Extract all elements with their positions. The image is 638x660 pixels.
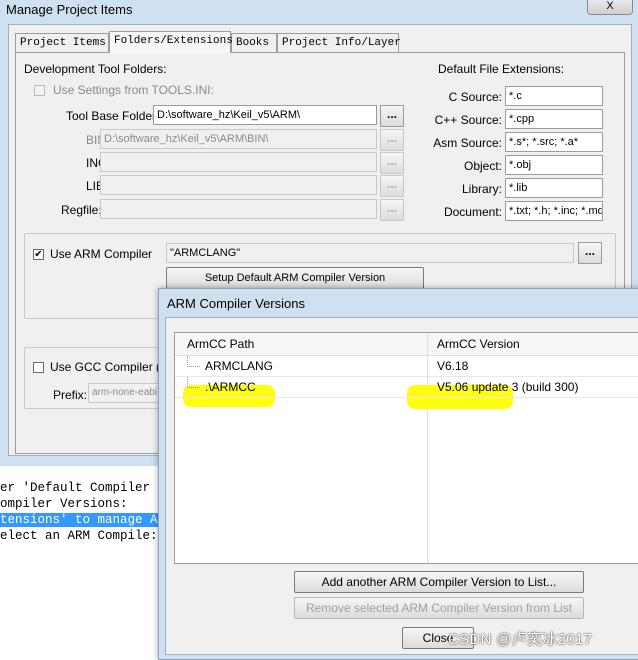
dev-tool-folders-heading: Development Tool Folders: [24, 62, 167, 76]
use-arm-compiler-checkbox[interactable]: ✔ [33, 249, 44, 260]
ext-label-object: Object: [463, 159, 502, 173]
default-extensions-heading: Default File Extensions: [438, 62, 565, 76]
ext-input-document[interactable]: *.txt; *.h; *.inc; *.md [505, 201, 603, 221]
compiler-version-list[interactable]: ArmCC Path ArmCC Version ARMCLANG V6.18 … [174, 332, 638, 564]
lib-input[interactable] [100, 175, 377, 195]
ext-input-object[interactable]: *.obj [505, 155, 603, 175]
add-compiler-version-button[interactable]: Add another ARM Compiler Version to List… [294, 571, 584, 593]
console-line: elect an ARM Compile: [0, 529, 158, 543]
column-header-path[interactable]: ArmCC Path [187, 337, 254, 351]
row-path: ARMCLANG [205, 359, 274, 373]
use-gcc-compiler-checkbox[interactable] [33, 362, 44, 373]
arm-compiler-browse-button[interactable]: ... [578, 242, 602, 264]
ext-label-asm-source: Asm Source: [433, 136, 502, 150]
bin-input[interactable]: D:\software_hz\Keil_v5\ARM\BIN\ [100, 129, 377, 149]
regfile-browse-button[interactable]: ... [380, 199, 404, 221]
tool-base-folder-input[interactable]: D:\software_hz\Keil_v5\ARM\ [153, 105, 377, 125]
bin-browse-button[interactable]: ... [380, 129, 404, 151]
prefix-input[interactable]: arm-none-eabi [88, 383, 168, 403]
arm-dialog-title: ARM Compiler Versions [167, 296, 305, 311]
console-output: er 'Default Compiler ompiler Versions: t… [0, 480, 158, 544]
use-arm-compiler-label: Use ARM Compiler [50, 247, 153, 261]
ext-label-library: Library: [461, 182, 502, 196]
tree-connector [187, 377, 200, 388]
arm-compiler-value[interactable]: "ARMCLANG" [166, 243, 574, 263]
tool-base-folder-label: Tool Base Folder: [66, 109, 160, 123]
inc-input[interactable] [100, 152, 377, 172]
ext-label-cpp-source: C++ Source: [434, 113, 502, 127]
inc-browse-button[interactable]: ... [380, 152, 404, 174]
ext-label-document: Document: [443, 205, 502, 219]
console-line: er 'Default Compiler [0, 481, 151, 495]
list-header: ArmCC Path ArmCC Version [175, 333, 638, 356]
ext-input-asm-source[interactable]: *.s*; *.src; *.a* [505, 132, 603, 152]
ext-input-library[interactable]: *.lib [505, 178, 603, 198]
arm-compiler-versions-dialog: ARM Compiler Versions ArmCC Path ArmCC V… [158, 288, 638, 660]
ext-input-cpp-source[interactable]: *.cpp [505, 109, 603, 129]
table-row[interactable]: .\ARMCC V5.06 update 3 (build 300) [175, 377, 638, 398]
tree-connector [187, 356, 200, 367]
console-line-selected: tensions' to manage A [0, 513, 158, 527]
row-path: .\ARMCC [205, 380, 256, 394]
close-icon[interactable]: X [587, 0, 633, 15]
table-row[interactable]: ARMCLANG V6.18 [175, 356, 638, 377]
tab-folders-extensions[interactable]: Folders/Extensions [109, 31, 233, 53]
remove-compiler-version-button[interactable]: Remove selected ARM Compiler Version fro… [294, 597, 584, 619]
use-settings-checkbox[interactable] [34, 85, 45, 96]
regfile-label: Regfile: [61, 203, 102, 217]
console-line: ompiler Versions: [0, 497, 128, 511]
tab-project-items[interactable]: Project Items [15, 33, 109, 52]
prefix-label: Prefix: [53, 388, 88, 402]
ext-label-c-source: C Source: [448, 90, 502, 104]
watermark: CSDN @卢奕冰2017 [448, 631, 593, 648]
dialog-title: Manage Project Items [6, 2, 133, 17]
row-version: V5.06 update 3 (build 300) [437, 380, 579, 394]
column-header-version[interactable]: ArmCC Version [437, 337, 520, 351]
tab-project-info-layer[interactable]: Project Info/Layer [277, 33, 401, 52]
tool-base-browse-button[interactable]: ... [380, 105, 404, 127]
setup-default-arm-compiler-button[interactable]: Setup Default ARM Compiler Version [166, 267, 424, 289]
use-settings-label: Use Settings from TOOLS.INI: [53, 83, 214, 97]
tab-books[interactable]: Books [231, 33, 277, 52]
row-version: V6.18 [437, 359, 469, 373]
regfile-input[interactable] [100, 199, 377, 219]
arm-dialog-client: ArmCC Path ArmCC Version ARMCLANG V6.18 … [165, 317, 638, 655]
ext-input-c-source[interactable]: *.c [505, 86, 603, 106]
lib-browse-button[interactable]: ... [380, 175, 404, 197]
